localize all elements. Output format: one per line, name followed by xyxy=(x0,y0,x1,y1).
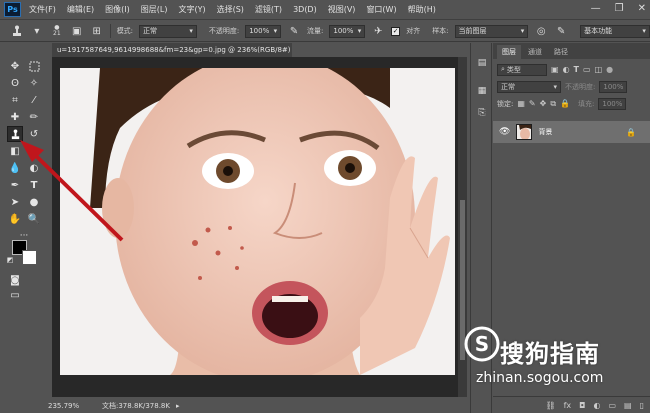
watermark-url: zhinan.sogou.com xyxy=(476,370,604,386)
fill-label: 填充: xyxy=(578,99,595,108)
layer-name: 背景 xyxy=(538,128,553,136)
adjustment-layer-icon[interactable]: ◐ xyxy=(593,401,600,410)
lock-all-icon[interactable]: 🔒 xyxy=(560,99,570,108)
properties-panel-icon[interactable]: ▦ xyxy=(476,85,488,97)
layer-opacity-value: 100% xyxy=(603,82,624,91)
fill-value: 100% xyxy=(602,99,623,108)
layer-row[interactable]: 👁 背景 🔒 xyxy=(493,121,650,143)
filter-pixel-icon[interactable]: ▣ xyxy=(551,65,559,74)
filter-type-icon[interactable]: T xyxy=(574,65,579,74)
filter-toggle-icon[interactable]: ● xyxy=(606,65,613,74)
add-mask-icon[interactable]: ◘ xyxy=(579,401,585,410)
layer-style-icon[interactable]: fx xyxy=(564,401,572,410)
visibility-eye-icon[interactable]: 👁 xyxy=(499,127,510,137)
lock-artboard-icon[interactable]: ⧉ xyxy=(550,99,556,109)
tab-layers[interactable]: 图层 xyxy=(497,45,521,59)
new-layer-icon[interactable]: ▤ xyxy=(624,401,632,410)
blend-mode-select[interactable]: 正常 ▾ xyxy=(497,80,561,93)
layer-filter-select[interactable]: ⌕ 类型 xyxy=(497,63,547,76)
status-menu-arrow-icon[interactable]: ▸ xyxy=(176,402,180,410)
lock-image-icon[interactable]: ✎ xyxy=(529,99,536,108)
layers-panel-footer: ⛓ fx ◘ ◐ ▭ ▤ ▯ xyxy=(493,396,650,413)
layer-opacity-field[interactable]: 100% xyxy=(599,80,628,93)
zoom-level[interactable]: 235.79% xyxy=(48,402,92,410)
lock-icon: 🔒 xyxy=(626,127,636,137)
filter-smart-object-icon[interactable]: ◫ xyxy=(595,65,603,74)
link-layers-icon[interactable]: ⛓ xyxy=(545,401,555,410)
new-group-icon[interactable]: ▭ xyxy=(608,401,616,410)
layer-opacity-label: 不透明度: xyxy=(565,82,596,91)
chevron-down-icon: ▾ xyxy=(553,82,557,91)
layer-thumbnail xyxy=(516,124,533,140)
watermark-brand: 搜狗指南 xyxy=(500,340,600,368)
fill-field[interactable]: 100% xyxy=(598,97,627,110)
status-bar: 235.79% 文档:378.8K/378.8K ▸ xyxy=(46,398,476,413)
lock-transparent-icon[interactable]: ▦ xyxy=(517,99,525,108)
blend-mode-value: 正常 xyxy=(501,82,515,91)
filter-adjustment-icon[interactable]: ◐ xyxy=(563,65,570,74)
lock-label: 锁定: xyxy=(497,99,514,108)
tab-paths[interactable]: 路径 xyxy=(549,45,573,59)
filter-shape-icon[interactable]: ▭ xyxy=(583,65,591,74)
document-info: 文档:378.8K/378.8K xyxy=(102,401,170,410)
sogou-logo-icon: S xyxy=(464,326,500,362)
lock-position-icon[interactable]: ✥ xyxy=(540,99,547,108)
clone-source-panel-icon[interactable]: ⎘ xyxy=(476,107,488,119)
delete-layer-icon[interactable]: ▯ xyxy=(640,401,644,410)
panel-tabs: 图层 通道 路径 xyxy=(493,43,650,59)
layer-filter-value: 类型 xyxy=(506,65,521,74)
search-icon: ⌕ xyxy=(501,65,505,73)
tab-channels[interactable]: 通道 xyxy=(523,45,547,59)
svg-text:S: S xyxy=(475,332,489,356)
history-panel-icon[interactable]: ▤ xyxy=(476,57,488,69)
